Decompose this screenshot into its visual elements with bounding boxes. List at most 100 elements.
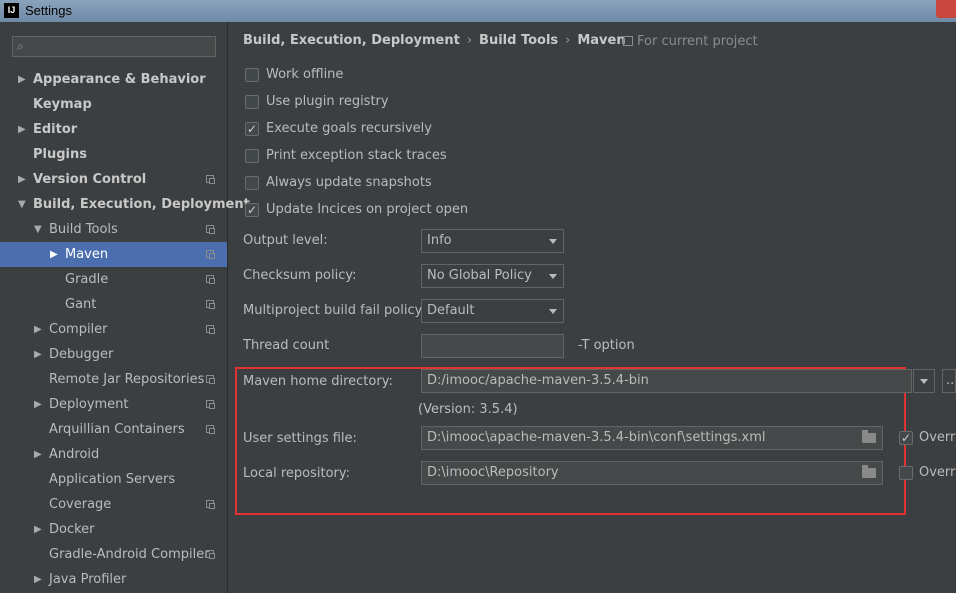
sidebar-item-gradle-android-compiler[interactable]: Gradle-Android Compiler [0, 542, 227, 567]
chevron-down-icon [920, 379, 928, 384]
sidebar-item-editor[interactable]: ▶ Editor [0, 117, 227, 142]
checkbox[interactable]: ✓ [245, 203, 259, 217]
breadcrumb-part: Build Tools [479, 33, 559, 48]
sidebar-item-maven[interactable]: ▶ Maven [0, 242, 227, 267]
project-scope-icon [206, 250, 215, 259]
project-scope-icon [206, 550, 215, 559]
project-scope-icon [206, 325, 215, 334]
maven-home-dropdown-button[interactable] [913, 369, 935, 393]
folder-icon[interactable] [862, 430, 876, 443]
collapsed-arrow-icon[interactable]: ▶ [34, 317, 42, 342]
sidebar-item-label: Build, Execution, Deployment [33, 197, 250, 212]
sidebar-item-label: Editor [33, 122, 78, 137]
local-repository-input[interactable]: D:\imooc\Repository [421, 461, 883, 485]
project-scope-icon [206, 225, 215, 234]
local-repository-value: D:\imooc\Repository [427, 465, 559, 480]
window-title: Settings [25, 3, 72, 18]
breadcrumb-part: Maven [577, 33, 626, 48]
collapsed-arrow-icon[interactable]: ▶ [34, 342, 42, 367]
sidebar-item-gradle[interactable]: Gradle [0, 267, 227, 292]
chevron-down-icon [549, 239, 557, 244]
sidebar-item-coverage[interactable]: Coverage [0, 492, 227, 517]
checkbox-label: Print exception stack traces [266, 148, 447, 163]
output-level-select[interactable]: Info [421, 229, 564, 253]
sidebar-item-build-tools[interactable]: ▼ Build Tools [0, 217, 227, 242]
collapsed-arrow-icon[interactable]: ▶ [34, 442, 42, 467]
user-settings-value: D:\imooc\apache-maven-3.5.4-bin\conf\set… [427, 430, 766, 445]
checksum-policy-label: Checksum policy: [243, 268, 357, 283]
collapsed-arrow-icon[interactable]: ▶ [50, 242, 58, 267]
checkbox[interactable] [245, 176, 259, 190]
expanded-arrow-icon[interactable]: ▼ [18, 192, 26, 217]
collapsed-arrow-icon[interactable]: ▶ [34, 567, 42, 592]
checkbox[interactable] [245, 149, 259, 163]
project-scope-icon [206, 500, 215, 509]
folder-icon[interactable] [862, 465, 876, 478]
sidebar-item-keymap[interactable]: Keymap [0, 92, 227, 117]
sidebar-item-label: Keymap [33, 97, 92, 112]
chevron-down-icon [549, 274, 557, 279]
fail-policy-select[interactable]: Default [421, 299, 564, 323]
sidebar-item-label: Maven [65, 247, 109, 262]
project-scope-icon [623, 36, 633, 46]
breadcrumb-part: Build, Execution, Deployment [243, 33, 460, 48]
user-settings-input[interactable]: D:\imooc\apache-maven-3.5.4-bin\conf\set… [421, 426, 883, 450]
intellij-logo-icon: IJ [4, 3, 19, 18]
local-repository-label: Local repository: [243, 466, 350, 481]
local-repository-override-checkbox[interactable] [899, 466, 913, 480]
scope-indicator: For current project [623, 34, 758, 49]
collapsed-arrow-icon[interactable]: ▶ [18, 167, 26, 192]
collapsed-arrow-icon[interactable]: ▶ [18, 117, 26, 142]
project-scope-icon [206, 400, 215, 409]
chevron-down-icon [549, 309, 557, 314]
sidebar-item-compiler[interactable]: ▶ Compiler [0, 317, 227, 342]
sidebar-item-java-profiler[interactable]: ▶ Java Profiler [0, 567, 227, 592]
sidebar-item-arquillian-containers[interactable]: Arquillian Containers [0, 417, 227, 442]
sidebar-item-label: Android [49, 447, 100, 462]
maven-settings-panel: Build, Execution, Deployment › Build Tools… [228, 22, 956, 593]
maven-home-browse-button[interactable]: .. [942, 369, 956, 393]
project-scope-icon [206, 175, 215, 184]
sidebar-item-deployment[interactable]: ▶ Deployment [0, 392, 227, 417]
checkbox-label: Work offline [266, 67, 344, 82]
sidebar-item-label: Arquillian Containers [49, 422, 185, 437]
user-settings-label: User settings file: [243, 431, 357, 446]
search-input[interactable]: ⌕ [12, 36, 216, 57]
sidebar-item-label: Appearance & Behavior [33, 72, 206, 87]
sidebar-item-application-servers[interactable]: Application Servers [0, 467, 227, 492]
title-bar: IJ Settings [0, 0, 956, 22]
thread-count-suffix: -T option [578, 338, 635, 353]
thread-count-label: Thread count [243, 338, 330, 353]
output-level-value: Info [427, 233, 452, 248]
sidebar-item-remote-jar-repositories[interactable]: Remote Jar Repositories [0, 367, 227, 392]
checkbox[interactable] [245, 95, 259, 109]
sidebar-item-label: Gant [65, 297, 97, 312]
settings-sidebar: ⌕ ▶ Appearance & Behavior Keymap ▶ Editor Plu… [0, 22, 250, 593]
sidebar-item-label: Compiler [49, 322, 108, 337]
sidebar-item-debugger[interactable]: ▶ Debugger [0, 342, 227, 367]
sidebar-item-version-control[interactable]: ▶ Version Control [0, 167, 227, 192]
collapsed-arrow-icon[interactable]: ▶ [18, 67, 26, 92]
sidebar-item-label: Deployment [49, 397, 129, 412]
override-label: Overri [919, 465, 956, 480]
sidebar-item-build-execution-deployment[interactable]: ▼ Build, Execution, Deployment [0, 192, 250, 217]
checkbox[interactable] [245, 68, 259, 82]
checksum-policy-select[interactable]: No Global Policy [421, 264, 564, 288]
sidebar-item-appearance-behavior[interactable]: ▶ Appearance & Behavior [0, 67, 227, 92]
scope-label: For current project [637, 34, 758, 49]
project-scope-icon [206, 375, 215, 384]
sidebar-item-plugins[interactable]: Plugins [0, 142, 227, 167]
user-settings-override-checkbox[interactable]: ✓ [899, 431, 913, 445]
sidebar-item-android[interactable]: ▶ Android [0, 442, 227, 467]
thread-count-input[interactable] [421, 334, 564, 358]
sidebar-item-gant[interactable]: Gant [0, 292, 227, 317]
sidebar-item-docker[interactable]: ▶ Docker [0, 517, 227, 542]
maven-home-input[interactable]: D:/imooc/apache-maven-3.5.4-bin [421, 369, 912, 393]
fail-policy-value: Default [427, 303, 475, 318]
fail-policy-label: Multiproject build fail policy: [243, 303, 426, 318]
collapsed-arrow-icon[interactable]: ▶ [34, 517, 42, 542]
checkbox[interactable]: ✓ [245, 122, 259, 136]
close-button[interactable] [936, 0, 956, 18]
collapsed-arrow-icon[interactable]: ▶ [34, 392, 42, 417]
expanded-arrow-icon[interactable]: ▼ [34, 217, 42, 242]
